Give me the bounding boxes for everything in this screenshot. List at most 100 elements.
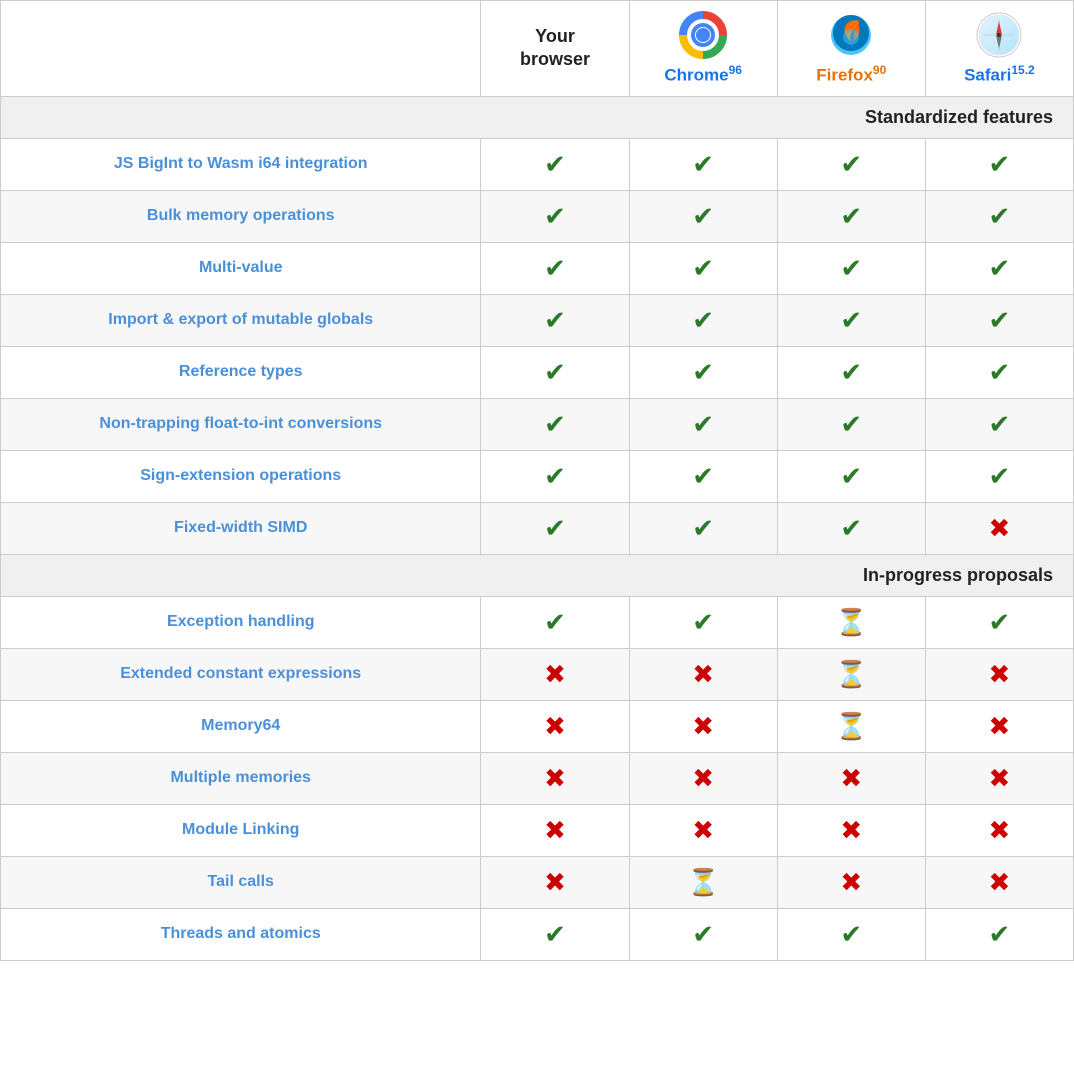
status-cell: ✔ (925, 450, 1073, 502)
check-icon: ✔ (544, 607, 566, 637)
check-icon: ✔ (840, 201, 862, 231)
status-cell: ✔ (629, 596, 777, 648)
check-icon: ✔ (989, 409, 1011, 439)
table-row: Multi-value✔✔✔✔ (1, 242, 1074, 294)
check-icon: ✔ (692, 149, 714, 179)
status-cell: ✔ (629, 138, 777, 190)
compatibility-table: Your browser (0, 0, 1074, 961)
status-cell: ✖ (481, 856, 629, 908)
status-cell: ✔ (629, 294, 777, 346)
table-row: Memory64✖✖⏳✖ (1, 700, 1074, 752)
section-header-row: Standardized features (1, 96, 1074, 138)
check-icon: ✔ (840, 461, 862, 491)
check-icon: ✔ (544, 253, 566, 283)
check-icon: ✔ (989, 461, 1011, 491)
cross-icon: ✖ (840, 815, 862, 845)
check-icon: ✔ (840, 919, 862, 949)
cross-icon: ✖ (692, 763, 714, 793)
feature-name-cell: Multiple memories (1, 752, 481, 804)
safari-header: Safari15.2 (925, 1, 1073, 97)
cross-icon: ✖ (544, 815, 566, 845)
status-cell: ✔ (777, 908, 925, 960)
section-header-row: In-progress proposals (1, 554, 1074, 596)
table-row: Module Linking✖✖✖✖ (1, 804, 1074, 856)
chrome-header: Chrome96 (629, 1, 777, 97)
status-cell: ✔ (925, 398, 1073, 450)
status-cell: ✔ (777, 294, 925, 346)
cross-icon: ✖ (544, 867, 566, 897)
status-cell: ✔ (481, 190, 629, 242)
cross-icon: ✖ (989, 513, 1011, 543)
feature-name-cell: Non-trapping float-to-int conversions (1, 398, 481, 450)
check-icon: ✔ (840, 253, 862, 283)
cross-icon: ✖ (692, 711, 714, 741)
your-browser-label: Your browser (489, 25, 620, 72)
status-cell: ✔ (629, 450, 777, 502)
status-cell: ✔ (481, 398, 629, 450)
check-icon: ✔ (989, 201, 1011, 231)
check-icon: ✔ (989, 607, 1011, 637)
status-cell: ✔ (777, 450, 925, 502)
hourglass-icon: ⏳ (687, 867, 719, 897)
cross-icon: ✖ (692, 659, 714, 689)
cross-icon: ✖ (544, 763, 566, 793)
feature-name-cell: Import & export of mutable globals (1, 294, 481, 346)
status-cell: ✖ (481, 752, 629, 804)
table-row: Threads and atomics✔✔✔✔ (1, 908, 1074, 960)
firefox-version: 90 (873, 63, 886, 77)
status-cell: ⏳ (777, 648, 925, 700)
feature-name-cell: Bulk memory operations (1, 190, 481, 242)
firefox-name: Firefox90 (786, 63, 917, 86)
status-cell: ✔ (925, 596, 1073, 648)
status-cell: ✔ (925, 346, 1073, 398)
feature-name-cell: JS BigInt to Wasm i64 integration (1, 138, 481, 190)
feature-name-cell: Threads and atomics (1, 908, 481, 960)
status-cell: ✔ (481, 138, 629, 190)
status-cell: ✔ (481, 294, 629, 346)
cross-icon: ✖ (989, 763, 1011, 793)
status-cell: ✖ (481, 804, 629, 856)
status-cell: ✔ (925, 294, 1073, 346)
check-icon: ✔ (692, 461, 714, 491)
feature-name-cell: Fixed-width SIMD (1, 502, 481, 554)
cross-icon: ✖ (840, 763, 862, 793)
status-cell: ✔ (777, 242, 925, 294)
check-icon: ✔ (989, 357, 1011, 387)
check-icon: ✔ (692, 305, 714, 335)
safari-version: 15.2 (1011, 63, 1034, 77)
status-cell: ✔ (777, 346, 925, 398)
check-icon: ✔ (840, 513, 862, 543)
chrome-icon (679, 11, 727, 59)
status-cell: ✔ (777, 502, 925, 554)
status-cell: ✔ (925, 138, 1073, 190)
check-icon: ✔ (692, 201, 714, 231)
table-row: Reference types ✔ ✔ ✔ ✔ (1, 346, 1074, 398)
check-icon: ✔ (692, 607, 714, 637)
status-cell: ✖ (629, 752, 777, 804)
check-icon: ✔ (544, 461, 566, 491)
status-cell: ✔ (629, 502, 777, 554)
status-cell: ✖ (925, 856, 1073, 908)
table-row: Tail calls✖⏳✖✖ (1, 856, 1074, 908)
chrome-name: Chrome96 (638, 63, 769, 86)
hourglass-icon: ⏳ (835, 607, 867, 637)
hourglass-icon: ⏳ (835, 711, 867, 741)
feature-name-cell: Reference types (1, 346, 481, 398)
table-row: JS BigInt to Wasm i64 integration✔✔✔✔ (1, 138, 1074, 190)
check-icon: ✔ (544, 357, 566, 387)
section-title: Standardized features (1, 96, 1074, 138)
check-icon: ✔ (544, 149, 566, 179)
check-icon: ✔ (840, 357, 862, 387)
status-cell: ✖ (629, 804, 777, 856)
status-cell: ✔ (629, 242, 777, 294)
check-icon: ✔ (544, 919, 566, 949)
feature-header (1, 1, 481, 97)
status-cell: ✖ (481, 700, 629, 752)
cross-icon: ✖ (989, 711, 1011, 741)
cross-icon: ✖ (692, 815, 714, 845)
status-cell: ✔ (481, 596, 629, 648)
status-cell: ✔ (481, 346, 629, 398)
feature-name-cell: Multi-value (1, 242, 481, 294)
table-row: Import & export of mutable globals✔✔✔✔ (1, 294, 1074, 346)
check-icon: ✔ (692, 357, 714, 387)
